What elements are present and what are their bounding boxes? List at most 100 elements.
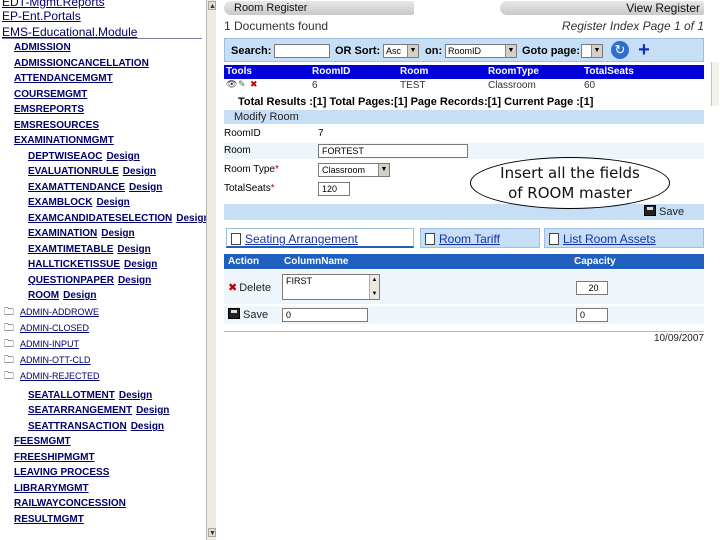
nav-module-freeshipmgmt[interactable]: FREESHIPMGMT xyxy=(14,451,95,465)
totalseats-input[interactable]: 120 xyxy=(318,182,350,196)
header-room[interactable]: Room xyxy=(400,65,428,79)
nav-item-hallticketissue[interactable]: HALLTICKETISSUE Design xyxy=(28,258,157,272)
table-row[interactable]: 👁 ✎ ✖ 6 TEST Classroom 60 xyxy=(224,79,704,92)
nav-folder-admin-rejected[interactable]: 🗀 ADMIN-REJECTED xyxy=(4,369,100,383)
header-totalseats[interactable]: TotalSeats xyxy=(584,65,634,79)
nav-divider xyxy=(2,38,202,39)
capacity-input-new[interactable]: 0 xyxy=(576,308,608,322)
design-link[interactable]: Design xyxy=(106,151,139,162)
nav-item-examination[interactable]: EXAMINATION Design xyxy=(28,227,135,241)
columnname-value: FIRST xyxy=(286,276,312,286)
document-icon xyxy=(425,233,435,245)
design-link[interactable]: Design xyxy=(63,290,96,301)
add-icon[interactable]: + xyxy=(635,40,653,60)
refresh-icon[interactable]: ↻ xyxy=(611,41,629,59)
design-link[interactable]: Design xyxy=(136,405,169,416)
nav-item-label: QUESTIONPAPER xyxy=(28,275,114,286)
textarea-scrollbar[interactable]: ▲ ▼ xyxy=(369,275,379,299)
design-link[interactable]: Design xyxy=(124,259,157,270)
folder-icon: 🗀 xyxy=(4,323,14,334)
nav-module-coursemgmt[interactable]: COURSEMGMT xyxy=(14,88,87,102)
documents-found-text: 1 Documents found xyxy=(224,19,329,33)
delete-icon[interactable]: ✖ xyxy=(250,79,258,92)
design-link[interactable]: Design xyxy=(176,213,206,224)
sort-order-select[interactable]: Asc ▼ xyxy=(383,44,419,58)
nav-item-examcandidateselection[interactable]: EXAMCANDIDATESELECTIONDesign xyxy=(28,212,206,226)
nav-module-resultmgmt[interactable]: RESULTMGMT xyxy=(14,513,84,527)
nav-item-room[interactable]: ROOM Design xyxy=(28,289,96,303)
nav-module-attendancemgmt[interactable]: ATTENDANCEMGMT xyxy=(14,72,113,86)
roomtype-select[interactable]: Classroom ▼ xyxy=(318,163,390,177)
delete-button[interactable]: ✖ Delete xyxy=(228,281,271,295)
edit-icon[interactable]: ✎ xyxy=(238,79,246,92)
row-save-button[interactable]: Save xyxy=(228,308,268,322)
sort-field-select[interactable]: RoomID ▼ xyxy=(445,44,517,58)
nav-module-emsreports[interactable]: EMSREPORTS xyxy=(14,103,84,117)
main-content: Room Register View Register 1 Documents … xyxy=(220,0,719,540)
design-link[interactable]: Design xyxy=(101,228,134,239)
save-button[interactable]: Save xyxy=(644,205,684,219)
design-link[interactable]: Design xyxy=(117,244,150,255)
tab-seating-arrangement[interactable]: Seating Arrangement xyxy=(226,228,414,248)
nav-folder-admin-addrowe[interactable]: 🗀 ADMIN-ADDROWE xyxy=(4,305,99,319)
totals-summary: Total Results :[1] Total Pages:[1] Page … xyxy=(238,96,593,108)
design-link[interactable]: Design xyxy=(123,166,156,177)
nav-item-deptwiseaoc[interactable]: DEPTWISEAOC Design xyxy=(28,150,140,164)
nav-module-railwayconcession[interactable]: RAILWAYCONCESSION xyxy=(14,497,126,511)
nav-module-examinationmgmt[interactable]: EXAMINATIONMGMT xyxy=(14,134,114,148)
capacity-input[interactable]: 20 xyxy=(576,281,608,295)
tab-list-room-assets[interactable]: List Room Assets xyxy=(544,228,704,248)
nav-item-evaluationrule[interactable]: EVALUATIONRULE Design xyxy=(28,165,156,179)
design-link[interactable]: Design xyxy=(119,390,152,401)
nav-folder-admin-input[interactable]: 🗀 ADMIN-INPUT xyxy=(4,337,79,351)
nav-item-examattendance[interactable]: EXAMATTENDANCE Design xyxy=(28,181,162,195)
nav-item-examtimetable[interactable]: EXAMTIMETABLE Design xyxy=(28,243,151,257)
roomtype-label-text: Room Type xyxy=(224,164,275,175)
view-icon[interactable]: 👁 xyxy=(226,79,237,92)
columnname-textarea[interactable]: FIRST ▲ ▼ xyxy=(282,274,380,300)
nav-module-admissioncancellation[interactable]: ADMISSIONCANCELLATION xyxy=(14,57,149,71)
nav-module-feesmgmt[interactable]: FEESMGMT xyxy=(14,435,71,449)
design-link[interactable]: Design xyxy=(118,275,151,286)
nav-module-leaving-process[interactable]: LEAVING PROCESS xyxy=(14,466,109,480)
document-icon xyxy=(231,233,241,245)
form-title: Modify Room xyxy=(224,110,704,124)
nav-module-emsresources[interactable]: EMSRESOURCES xyxy=(14,119,99,133)
design-link[interactable]: Design xyxy=(131,421,164,432)
nav-item-seattransaction[interactable]: SEATTRANSACTION Design xyxy=(28,420,164,434)
nav-module-librarymgmt[interactable]: LIBRARYMGMT xyxy=(14,482,89,496)
tab-view-register[interactable]: View Register xyxy=(500,1,704,15)
sort-label: OR Sort: xyxy=(335,45,381,57)
design-link[interactable]: Design xyxy=(129,182,162,193)
search-input[interactable] xyxy=(274,44,330,58)
cell-room: TEST xyxy=(400,80,426,91)
scroll-up-icon[interactable]: ▲ xyxy=(370,276,379,284)
header-roomtype[interactable]: RoomType xyxy=(488,65,539,79)
scroll-down-icon[interactable]: ▼ xyxy=(208,528,216,537)
tab-room-tariff[interactable]: Room Tariff xyxy=(420,228,540,248)
nav-folder-admin-ott-cld[interactable]: 🗀 ADMIN-OTT-CLD xyxy=(4,353,91,367)
columnname-input[interactable]: 0 xyxy=(282,308,368,322)
header-roomid[interactable]: RoomID xyxy=(312,65,350,79)
goto-page-select[interactable]: ▼ xyxy=(581,44,603,58)
nav-module-admission[interactable]: ADMISSION xyxy=(14,41,71,55)
tab-room-register[interactable]: Room Register xyxy=(224,1,414,15)
scroll-up-icon[interactable]: ▲ xyxy=(208,1,216,10)
nav-folder-admin-closed[interactable]: 🗀 ADMIN-CLOSED xyxy=(4,321,89,335)
design-link[interactable]: Design xyxy=(96,197,129,208)
folder-icon: 🗀 xyxy=(4,339,14,350)
nav-item-seatarrangement[interactable]: SEATARRANGEMENT Design xyxy=(28,404,169,418)
roomtype-label: Room Type* xyxy=(224,162,279,178)
document-icon xyxy=(549,233,559,245)
roomid-value: 7 xyxy=(318,128,324,139)
list-scrollbar[interactable] xyxy=(711,62,719,106)
nav-item-examblock[interactable]: EXAMBLOCK Design xyxy=(28,196,130,210)
seating-header: Action ColumnName Capacity * xyxy=(224,254,704,269)
room-input[interactable]: FORTEST xyxy=(318,144,468,158)
scroll-down-icon[interactable]: ▼ xyxy=(370,290,379,298)
nav-scrollbar[interactable]: ▲ ▼ xyxy=(206,0,216,540)
nav-item-questionpaper[interactable]: QUESTIONPAPER Design xyxy=(28,274,151,288)
footer-date: 10/09/2007 xyxy=(653,333,704,344)
nav-link-ep[interactable]: EP-Ent.Portals xyxy=(2,8,81,24)
nav-item-seatallotment[interactable]: SEATALLOTMENT Design xyxy=(28,389,152,403)
